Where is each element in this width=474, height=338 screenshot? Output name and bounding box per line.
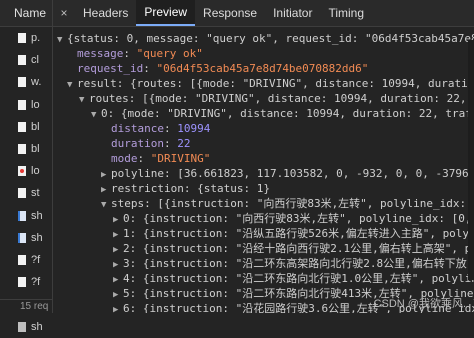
preview-json-tree: ▼ {status: 0, message: "query ok", reques… [57, 31, 474, 313]
request-item-label: lo [31, 165, 40, 178]
request-item[interactable]: w. [0, 71, 52, 93]
request-item-label: st [31, 187, 40, 200]
file-icon [18, 144, 26, 155]
mode-row: mode: "DRIVING" [111, 152, 211, 165]
request-item[interactable]: st [0, 182, 52, 204]
request-item[interactable]: sh [0, 315, 52, 337]
request-item-label: ?f [31, 276, 41, 289]
request-item-label: bl [31, 120, 40, 133]
step-row[interactable]: ▶ 0: {instruction: "向西行驶83米,左转", polyline… [57, 211, 474, 226]
file-icon [18, 121, 26, 132]
expand-triangle-icon[interactable]: ▶ [113, 303, 123, 313]
root-object-line[interactable]: ▼ {status: 0, message: "query ok", reques… [57, 31, 474, 46]
request-item[interactable]: bl [0, 116, 52, 138]
request-id-row: request_id: "06d4f53cab45a7e8d74be070882… [77, 62, 369, 75]
request-item[interactable]: lo [0, 160, 52, 182]
file-icon [18, 33, 26, 44]
route-0-line[interactable]: ▼ 0: {mode: "DRIVING", distance: 10994, d… [57, 106, 474, 121]
file-red-icon [18, 166, 26, 177]
request-item-label: ?f [31, 253, 41, 266]
watermark: CSDN @我欲乘风. [373, 298, 466, 310]
duration-row: duration: 22 [111, 137, 191, 150]
request-item[interactable]: bl [0, 138, 52, 160]
request-item-label: sh [31, 320, 43, 333]
routes-line[interactable]: ▼ routes: [{mode: "DRIVING", distance: 10… [57, 91, 474, 106]
details-tab-bar: × Headers Preview Response Initiator Tim… [53, 0, 474, 27]
request-count-footer: 15 req [0, 299, 52, 313]
request-item-label: cl [31, 54, 39, 67]
file-icon [18, 77, 26, 88]
file-icon [18, 188, 26, 199]
file-icon [18, 55, 26, 66]
request-item[interactable]: ?f [0, 271, 52, 293]
message-row: message: "query ok" [77, 47, 203, 60]
restriction-row[interactable]: ▶ restriction: {status: 1} [57, 181, 474, 196]
file-icon [18, 277, 26, 288]
request-item[interactable]: p. [0, 27, 52, 49]
tab-preview[interactable]: Preview [136, 0, 196, 26]
steps-row[interactable]: ▼ steps: [{instruction: "向西行驶83米,左转", pol… [57, 196, 474, 211]
step-row[interactable]: ▶ 4: {instruction: "沿二环东路向北行驶1.0公里,左转", p… [57, 271, 474, 286]
request-item[interactable]: cl [0, 49, 52, 71]
close-icon[interactable]: × [53, 0, 75, 26]
request-item-label: p. [31, 32, 41, 45]
tab-response[interactable]: Response [195, 0, 265, 26]
file-icon [18, 254, 26, 265]
step-row[interactable]: ▶ 1: {instruction: "沿纵五路行驶526米,偏左转进入主路", … [57, 226, 474, 241]
request-item-label: w. [31, 76, 42, 89]
distance-row: distance: 10994 [111, 122, 211, 135]
request-list-panel: Name p.clw.loblbllostshsh?f?fshsh 15 req [0, 0, 53, 333]
file-shadow-icon [18, 321, 26, 332]
request-item-label: lo [31, 98, 40, 111]
tab-timing[interactable]: Timing [320, 0, 372, 26]
request-item[interactable]: sh [0, 205, 52, 227]
polyline-row[interactable]: ▶ polyline: [36.661823, 117.103582, 0, -9… [57, 166, 474, 181]
file-blue-icon [18, 210, 26, 221]
request-item-label: bl [31, 143, 40, 156]
request-item-label: sh [31, 209, 43, 222]
file-blue-icon [18, 232, 26, 243]
request-item[interactable]: lo [0, 94, 52, 116]
step-row[interactable]: ▶ 3: {instruction: "沿二环东高架路向北行驶2.8公里,偏右转下… [57, 256, 474, 271]
request-list: p.clw.loblbllostshsh?f?fshsh [0, 27, 52, 338]
request-item[interactable]: ?f [0, 249, 52, 271]
file-icon [18, 99, 26, 110]
scrollbar[interactable] [468, 40, 474, 280]
tab-initiator[interactable]: Initiator [265, 0, 320, 26]
result-line[interactable]: ▼ result: {routes: [{mode: "DRIVING", dis… [57, 76, 474, 91]
tab-headers[interactable]: Headers [75, 0, 136, 26]
name-column-header[interactable]: Name [0, 0, 52, 27]
request-item[interactable]: sh [0, 227, 52, 249]
request-item-label: sh [31, 231, 43, 244]
step-row[interactable]: ▶ 2: {instruction: "沿经十路向西行驶2.1公里,偏右转上高架"… [57, 241, 474, 256]
